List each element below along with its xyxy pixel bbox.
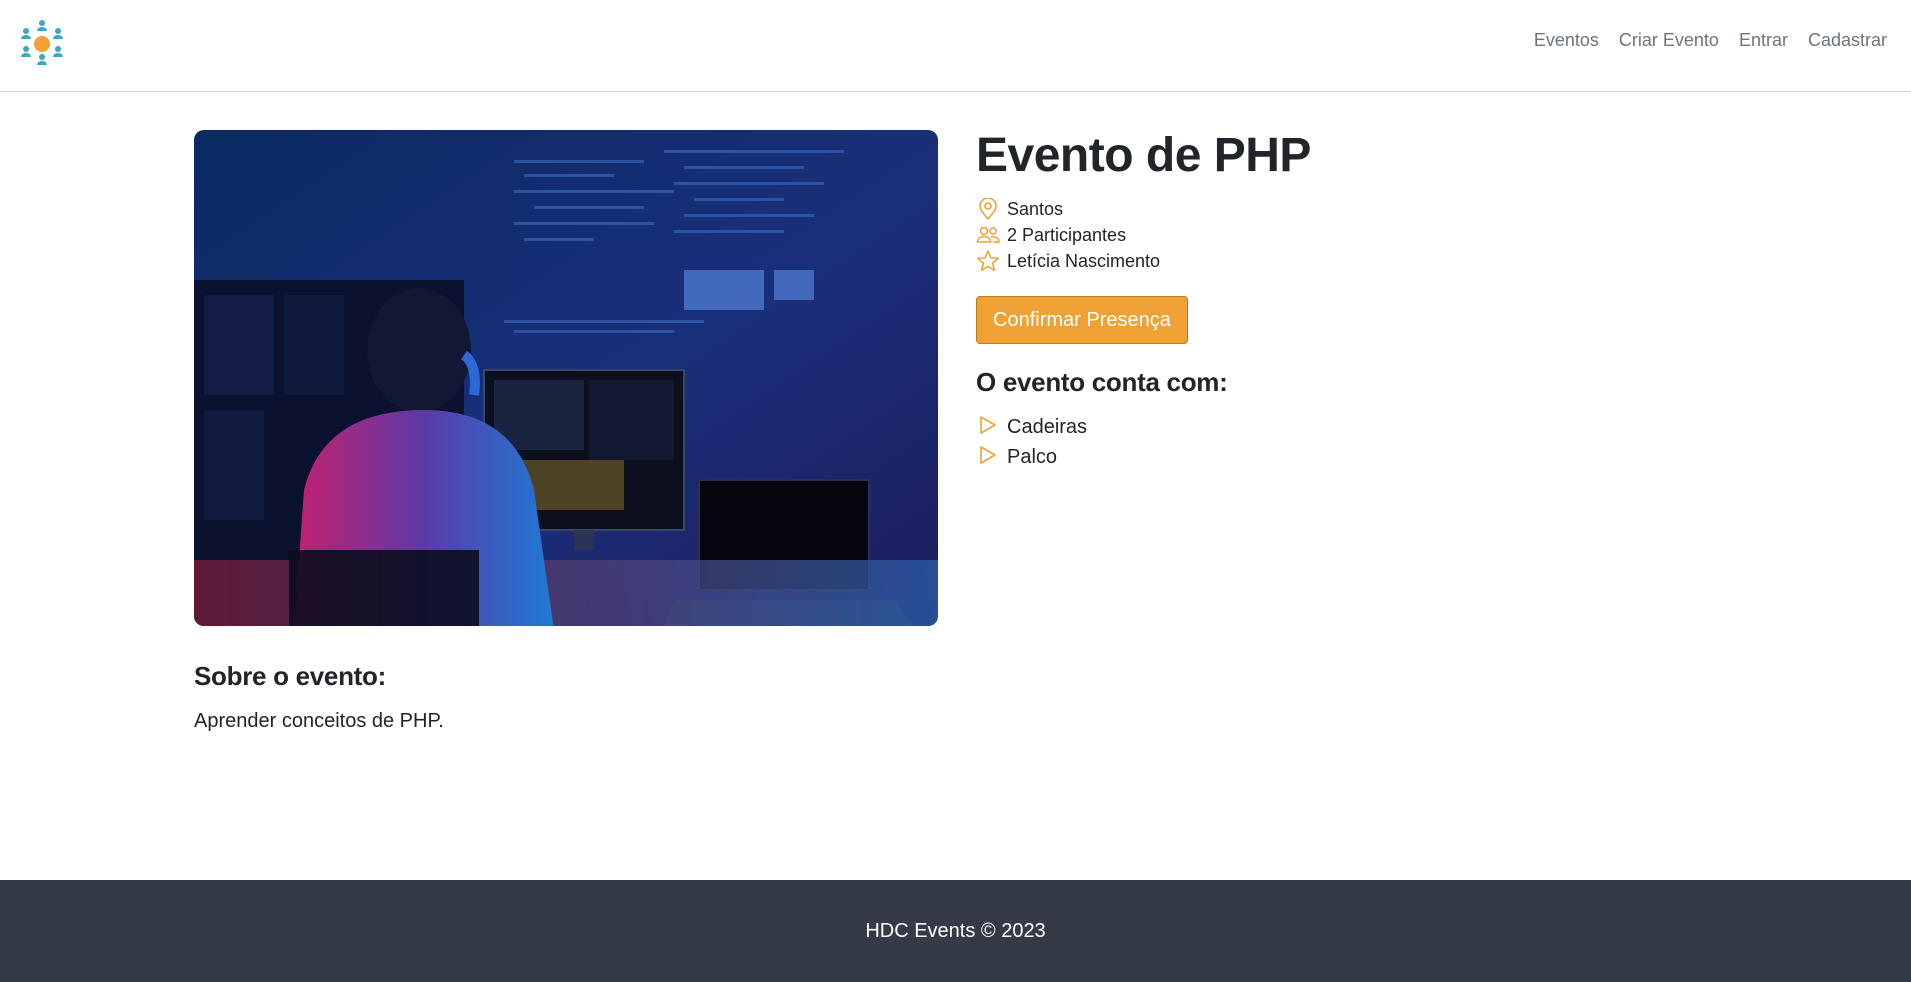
nav-link-criar-evento[interactable]: Criar Evento [1619, 30, 1719, 51]
event-owner-label: Letícia Nascimento [1007, 250, 1161, 271]
confirm-presence-button[interactable]: Confirmar Presença [976, 296, 1188, 344]
event-participants-label: 2 Participantes [1007, 224, 1127, 245]
event-item-label: Cadeiras [1007, 415, 1088, 438]
event-image [194, 130, 938, 626]
star-icon [976, 249, 1000, 273]
event-items-list: Cadeiras Palco [976, 412, 1676, 472]
event-city: Santos [976, 196, 1676, 222]
event-owner: Letícia Nascimento [976, 248, 1676, 274]
event-participants: 2 Participantes [976, 222, 1676, 248]
people-network-logo-icon [21, 20, 63, 65]
event-description: Aprender conceitos de PHP. [194, 710, 444, 732]
event-item-label: Palco [1007, 445, 1058, 468]
nav-link-entrar[interactable]: Entrar [1739, 30, 1788, 51]
event-about: Sobre o evento: Aprender conceitos de PH… [194, 660, 938, 734]
people-icon [976, 223, 1000, 247]
logo[interactable] [16, 18, 68, 70]
list-item: Cadeiras [976, 412, 1676, 442]
event-title: Evento de PHP [976, 129, 1311, 182]
event-info: Evento de PHP Santos 2 Participantes Let… [976, 126, 1676, 472]
nav-links: Eventos Criar Evento Entrar Cadastrar [1534, 30, 1887, 51]
footer: HDC Events © 2023 [0, 880, 1911, 982]
play-triangle-icon [976, 443, 1000, 467]
navbar: Eventos Criar Evento Entrar Cadastrar [0, 0, 1911, 92]
footer-copyright: HDC Events © 2023 [865, 919, 1046, 942]
event-meta: Santos 2 Participantes Letícia Nasciment… [976, 196, 1676, 274]
list-item: Palco [976, 442, 1676, 472]
about-title: Sobre o evento: [194, 661, 386, 691]
developer-at-computer-photo [194, 130, 938, 626]
nav-link-eventos[interactable]: Eventos [1534, 30, 1599, 51]
event-city-label: Santos [1007, 198, 1064, 219]
nav-link-cadastrar[interactable]: Cadastrar [1808, 30, 1887, 51]
event-items-title: O evento conta com: [976, 367, 1228, 397]
play-triangle-icon [976, 413, 1000, 437]
geo-pin-icon [976, 197, 1000, 221]
